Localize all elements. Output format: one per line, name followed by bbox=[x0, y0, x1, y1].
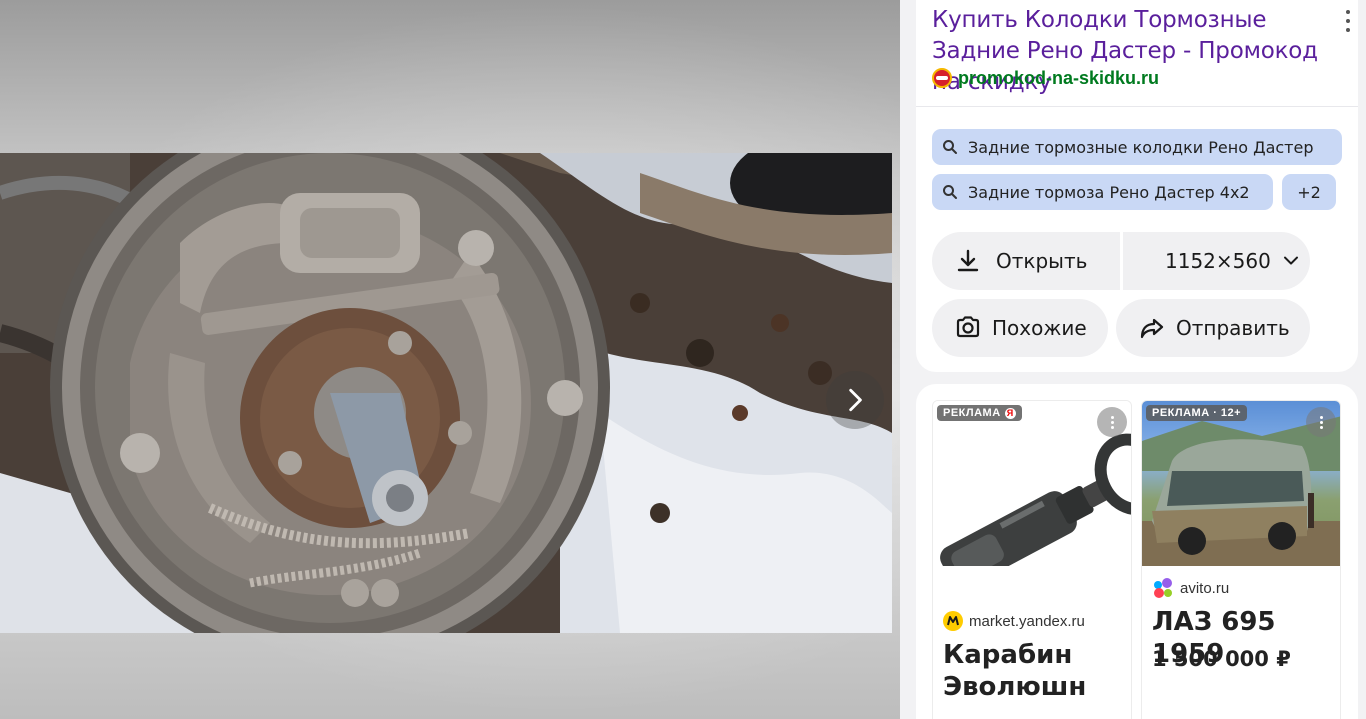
chevron-right-icon bbox=[849, 388, 862, 412]
chip-label: Задние тормозные колодки Рено Дастер bbox=[968, 137, 1314, 157]
ad-badge: РЕКЛАМА · 12+ bbox=[1146, 405, 1248, 421]
share-button[interactable]: Отправить bbox=[1116, 299, 1310, 357]
site-favicon bbox=[932, 68, 952, 88]
source-domain[interactable]: promokod-na-skidku.ru bbox=[958, 68, 1159, 89]
more-queries-chip[interactable]: +2 bbox=[1282, 174, 1336, 210]
search-icon bbox=[943, 140, 957, 154]
image-viewer bbox=[0, 0, 900, 719]
ad-badge-text: РЕКЛАМА bbox=[943, 407, 1001, 419]
more-vertical-icon[interactable] bbox=[1340, 8, 1356, 34]
ad-source: avito.ru bbox=[1152, 577, 1229, 599]
chevron-down-icon bbox=[1283, 256, 1298, 265]
divider bbox=[916, 106, 1358, 107]
share-arrow-icon bbox=[1140, 318, 1164, 339]
ads-section: РЕКЛАМА Я market.yandex.ru Карабин Эволю… bbox=[916, 384, 1358, 719]
yandex-logo-icon: Я bbox=[1004, 407, 1016, 419]
result-card: Купить Колодки Тормозные Задние Рено Дас… bbox=[916, 0, 1358, 372]
ad-product-image[interactable]: РЕКЛАМА Я bbox=[933, 401, 1131, 566]
preview-image[interactable] bbox=[0, 153, 892, 633]
similar-button[interactable]: Похожие bbox=[932, 299, 1108, 357]
download-icon bbox=[957, 249, 979, 272]
related-query-chip[interactable]: Задние тормоза Рено Дастер 4x2 bbox=[932, 174, 1273, 210]
related-query-chip[interactable]: Задние тормозные колодки Рено Дастер bbox=[932, 129, 1342, 165]
ad-source-text: market.yandex.ru bbox=[969, 612, 1085, 630]
avito-icon bbox=[1154, 578, 1172, 598]
more-queries-label: +2 bbox=[1297, 182, 1321, 202]
camera-lens-icon bbox=[956, 316, 980, 338]
size-label: 1152×560 bbox=[1165, 249, 1271, 273]
ad-badge: РЕКЛАМА Я bbox=[937, 405, 1022, 421]
ad-badge-text: РЕКЛАМА · 12+ bbox=[1152, 407, 1242, 419]
ad-more-icon[interactable] bbox=[1097, 407, 1127, 437]
ad-price: 1 500 000 ₽ bbox=[1152, 647, 1291, 671]
open-button[interactable]: Открыть bbox=[932, 232, 1120, 290]
yandex-market-icon bbox=[943, 611, 963, 631]
ad-product-image[interactable]: РЕКЛАМА · 12+ bbox=[1142, 401, 1340, 566]
ad-source-text: avito.ru bbox=[1180, 579, 1230, 597]
search-icon bbox=[943, 185, 957, 199]
ad-title[interactable]: Карабин Эволюшн bbox=[943, 639, 1123, 703]
ad-card[interactable]: РЕКЛАМА · 12+ avito.ru ЛАЗ 695 1959 1 50… bbox=[1141, 400, 1341, 719]
similar-label: Похожие bbox=[992, 316, 1087, 340]
ad-source: market.yandex.ru bbox=[943, 611, 1085, 631]
ad-more-icon[interactable] bbox=[1306, 407, 1336, 437]
details-panel: Купить Колодки Тормозные Задние Рено Дас… bbox=[900, 0, 1366, 719]
chip-label: Задние тормоза Рено Дастер 4x2 bbox=[968, 182, 1250, 202]
share-label: Отправить bbox=[1176, 316, 1290, 340]
result-source[interactable]: promokod-na-skidku.ru bbox=[932, 67, 1159, 89]
next-image-button[interactable] bbox=[826, 371, 884, 429]
image-size-dropdown[interactable]: 1152×560 bbox=[1123, 232, 1310, 290]
ad-card[interactable]: РЕКЛАМА Я market.yandex.ru Карабин Эволю… bbox=[932, 400, 1132, 719]
open-label: Открыть bbox=[996, 249, 1088, 273]
